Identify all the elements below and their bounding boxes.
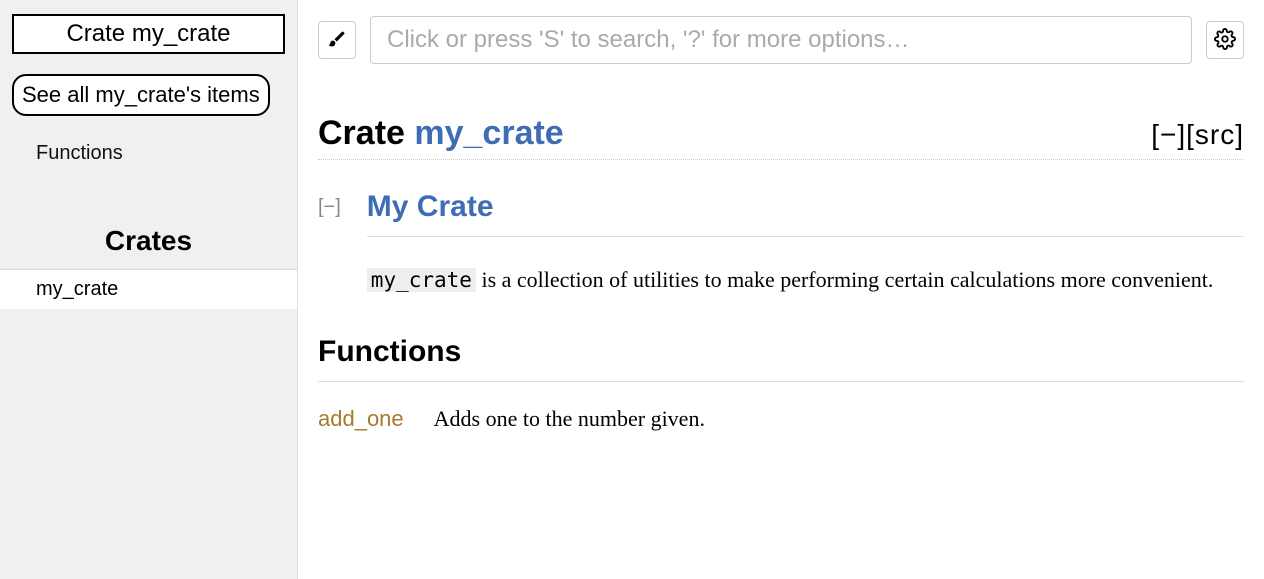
brush-icon bbox=[327, 29, 347, 52]
sidebar-crate-title: Crate my_crate bbox=[12, 14, 285, 54]
doc-section: [−] My Crate my_crate is a collection of… bbox=[318, 190, 1244, 297]
functions-heading: Functions bbox=[318, 335, 1244, 382]
search-input[interactable] bbox=[370, 16, 1192, 64]
collapse-toggle[interactable]: [−] bbox=[318, 196, 341, 219]
main-content: Crate my_crate [−][src] [−] My Crate my_… bbox=[298, 0, 1264, 579]
top-bar bbox=[318, 16, 1244, 64]
crate-name-link[interactable]: my_crate bbox=[414, 114, 563, 152]
function-desc: Adds one to the number given. bbox=[434, 406, 705, 432]
page-title-prefix: Crate bbox=[318, 114, 414, 152]
crates-list: my_crate bbox=[0, 269, 297, 309]
crate-item-my-crate[interactable]: my_crate bbox=[0, 270, 297, 309]
sidebar: Crate my_crate See all my_crate's items … bbox=[0, 0, 298, 579]
theme-toggle-button[interactable] bbox=[318, 21, 356, 59]
function-row: add_one Adds one to the number given. bbox=[318, 406, 1244, 432]
doc-description: my_crate is a collection of utilities to… bbox=[367, 263, 1244, 297]
page-title: Crate my_crate bbox=[318, 114, 564, 153]
settings-button[interactable] bbox=[1206, 21, 1244, 59]
code-crate-name: my_crate bbox=[367, 268, 476, 292]
function-link-add-one[interactable]: add_one bbox=[318, 406, 404, 432]
collapse-all-toggle[interactable]: [−] bbox=[1151, 119, 1186, 150]
gear-icon bbox=[1214, 28, 1236, 53]
doc-description-text: is a collection of utilities to make per… bbox=[476, 267, 1213, 292]
page-head-controls: [−][src] bbox=[1151, 119, 1244, 151]
doc-title[interactable]: My Crate bbox=[367, 190, 1244, 237]
crates-heading: Crates bbox=[0, 225, 297, 257]
page-heading: Crate my_crate [−][src] bbox=[318, 114, 1244, 160]
see-all-items-button[interactable]: See all my_crate's items bbox=[12, 74, 270, 116]
sidebar-link-functions[interactable]: Functions bbox=[0, 136, 297, 171]
src-link[interactable]: [src] bbox=[1186, 119, 1244, 150]
